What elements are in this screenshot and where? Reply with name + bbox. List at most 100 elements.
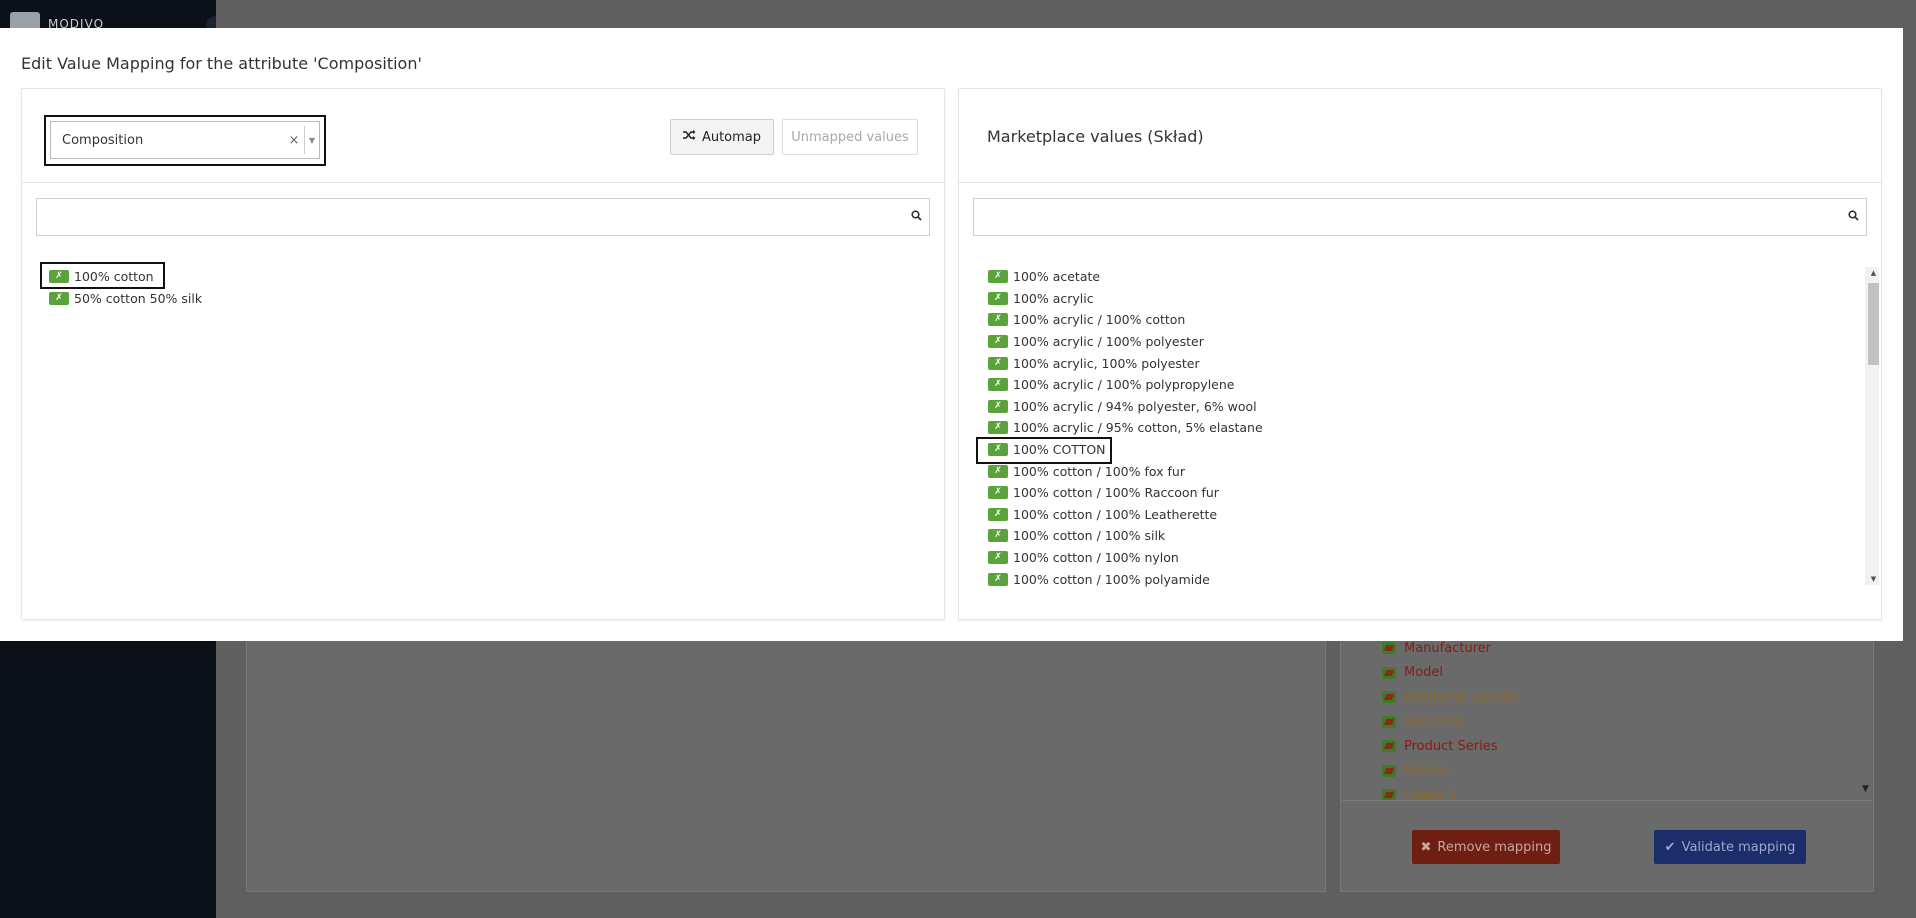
mapped-value-icon: ✗: [988, 572, 1008, 586]
mapped-value-icon: ✗: [988, 551, 1008, 565]
list-item-label: 100% cotton: [74, 269, 154, 285]
list-item[interactable]: ✗ 100% cotton / 100% silk: [988, 525, 1263, 547]
list-item[interactable]: ✗ 100% acrylic: [988, 288, 1263, 310]
attribute-status-icon: [1382, 764, 1396, 777]
mapped-value-icon: ✗: [988, 335, 1008, 349]
list-item-label: 100% acrylic / 100% polypropylene: [1013, 377, 1235, 393]
mapped-value-icon: ✗: [988, 356, 1008, 370]
list-item-label: 100% cotton / 100% Raccoon fur: [1013, 485, 1219, 501]
attribute-select[interactable]: Composition × ▼: [50, 121, 320, 159]
list-item[interactable]: ✗ 100% cotton / 100% fox fur: [988, 460, 1263, 482]
remove-mapping-button: ✖ Remove mapping: [1412, 830, 1560, 864]
validate-mapping-button: ✔ Validate mapping: [1654, 830, 1806, 864]
list-item-label: 100% cotton / 100% fox fur: [1013, 463, 1185, 479]
marketplace-values-heading: Marketplace values (Skład): [987, 127, 1204, 146]
list-item-label: 100% acrylic: [1013, 290, 1094, 306]
attribute-status-icon: [1382, 691, 1396, 704]
mapped-value-icon: ✗: [988, 443, 1008, 457]
clear-selection-icon[interactable]: ×: [284, 133, 304, 148]
search-icon[interactable]: [911, 210, 922, 224]
list-item[interactable]: ✗ 100% acrylic / 100% polyester: [988, 331, 1263, 353]
background-attribute-item: Model: [1382, 661, 1519, 686]
list-item[interactable]: ✗ 100% cotton / 100% Leatherette: [988, 504, 1263, 526]
shuffle-icon: [682, 129, 696, 145]
close-icon: ✖: [1420, 839, 1432, 855]
list-item[interactable]: ✗ 100% cotton / 100% nylon: [988, 547, 1263, 569]
shop-values-panel-header: Composition × ▼ Automap Unmapped values: [22, 89, 944, 183]
background-divider: [1342, 800, 1872, 801]
list-item-label: 100% acetate: [1013, 269, 1101, 285]
marketplace-values-search[interactable]: [973, 198, 1867, 236]
background-attribute-label: Grouping: [1404, 714, 1464, 730]
automap-button[interactable]: Automap: [670, 119, 774, 155]
list-item[interactable]: ✗ 100% cotton / 100% polyamide: [988, 568, 1263, 590]
list-item[interactable]: ✗ 100% acrylic / 95% cotton, 5% elastane: [988, 417, 1263, 439]
remove-mapping-label: Remove mapping: [1437, 839, 1552, 855]
mapped-value-icon: ✗: [49, 270, 69, 284]
marketplace-values-list: ✗ 100% acetate ✗ 100% acrylic ✗ 100% acrylic …: [988, 266, 1263, 590]
mapped-value-icon: ✗: [49, 291, 69, 305]
list-item-label: 100% acrylic / 95% cotton, 5% elastane: [1013, 420, 1263, 436]
list-item-label: 100% cotton / 100% Leatherette: [1013, 506, 1218, 522]
background-attribute-item: Season: [1382, 759, 1519, 784]
list-item[interactable]: ✗ 100% acetate: [988, 266, 1263, 288]
marketplace-values-search-input[interactable]: [974, 199, 1866, 235]
mapped-value-icon: ✗: [988, 291, 1008, 305]
list-item-label: 100% cotton / 100% silk: [1013, 528, 1166, 544]
list-item[interactable]: ✗ 50% cotton 50% silk: [49, 288, 202, 310]
modal-title: Edit Value Mapping for the attribute 'Co…: [21, 54, 422, 73]
background-attribute-label: Product Series: [1404, 738, 1498, 754]
marketplace-values-panel: Marketplace values (Skład) ✗ 100% acetate…: [958, 88, 1882, 620]
list-item-label: 100% acrylic / 100% cotton: [1013, 312, 1186, 328]
background-attribute-label: Additional gender: [1404, 689, 1520, 705]
scroll-down-icon[interactable]: ▼: [1868, 575, 1879, 583]
unmapped-values-button[interactable]: Unmapped values: [782, 119, 918, 155]
mapped-value-icon: ✗: [988, 270, 1008, 284]
background-attribute-item: Additional gender: [1382, 685, 1519, 710]
mapped-value-icon: ✗: [988, 486, 1008, 500]
marketplace-values-panel-header: Marketplace values (Skład): [959, 89, 1881, 183]
search-icon[interactable]: [1848, 210, 1859, 224]
list-item-label: 100% acrylic / 100% polyester: [1013, 334, 1204, 350]
list-item[interactable]: ✗ 100% acrylic, 100% polyester: [988, 352, 1263, 374]
list-item[interactable]: ✗ 100% cotton / 100% Raccoon fur: [988, 482, 1263, 504]
mapped-value-icon: ✗: [988, 378, 1008, 392]
list-item-label: 100% COTTON: [1013, 442, 1106, 458]
mapped-value-icon: ✗: [988, 313, 1008, 327]
attribute-status-icon: [1382, 740, 1396, 753]
list-item-label: 100% acrylic, 100% polyester: [1013, 355, 1200, 371]
chevron-down-icon[interactable]: ▼: [305, 136, 319, 145]
check-icon: ✔: [1664, 839, 1676, 855]
attribute-status-icon: [1382, 642, 1396, 655]
shop-values-list: ✗ 100% cotton ✗ 50% cotton 50% silk: [49, 266, 202, 309]
scrollbar-thumb[interactable]: [1868, 283, 1879, 365]
background-attribute-item: Grouping: [1382, 710, 1519, 735]
list-item[interactable]: ✗ 100% COTTON: [988, 439, 1263, 461]
attribute-status-icon: [1382, 666, 1396, 679]
list-item[interactable]: ✗ 100% acrylic / 94% polyester, 6% wool: [988, 396, 1263, 418]
list-item-label: 100% cotton / 100% polyamide: [1013, 571, 1210, 587]
background-attribute-label: Model: [1404, 665, 1444, 681]
list-item-label: 100% acrylic / 94% polyester, 6% wool: [1013, 398, 1257, 414]
list-item[interactable]: ✗ 100% acrylic / 100% polypropylene: [988, 374, 1263, 396]
background-card-left: [246, 630, 1326, 892]
background-attribute-list: Manufacturer Model Additional gender Groupi…: [1382, 636, 1519, 808]
validate-mapping-label: Validate mapping: [1681, 839, 1796, 855]
scroll-up-icon[interactable]: ▲: [1868, 269, 1879, 277]
mapped-value-icon: ✗: [988, 529, 1008, 543]
shop-values-panel: Composition × ▼ Automap Unmapped values …: [21, 88, 945, 620]
marketplace-values-scrollbar[interactable]: ▲ ▼: [1865, 267, 1879, 585]
list-item[interactable]: ✗ 100% cotton: [49, 266, 202, 288]
shop-values-search[interactable]: [36, 198, 930, 236]
list-item[interactable]: ✗ 100% acrylic / 100% cotton: [988, 309, 1263, 331]
list-item-label: 100% cotton / 100% nylon: [1013, 550, 1179, 566]
shop-values-search-input[interactable]: [37, 199, 929, 235]
attribute-select-value: Composition: [62, 132, 144, 148]
background-attribute-item: Image 1: [1382, 783, 1519, 808]
mapped-value-icon: ✗: [988, 507, 1008, 521]
background-attribute-label: Manufacturer: [1404, 640, 1492, 656]
background-attribute-item: Product Series: [1382, 734, 1519, 759]
background-attribute-label: Season: [1404, 763, 1452, 779]
attribute-status-icon: [1382, 715, 1396, 728]
mapped-value-icon: ✗: [988, 399, 1008, 413]
